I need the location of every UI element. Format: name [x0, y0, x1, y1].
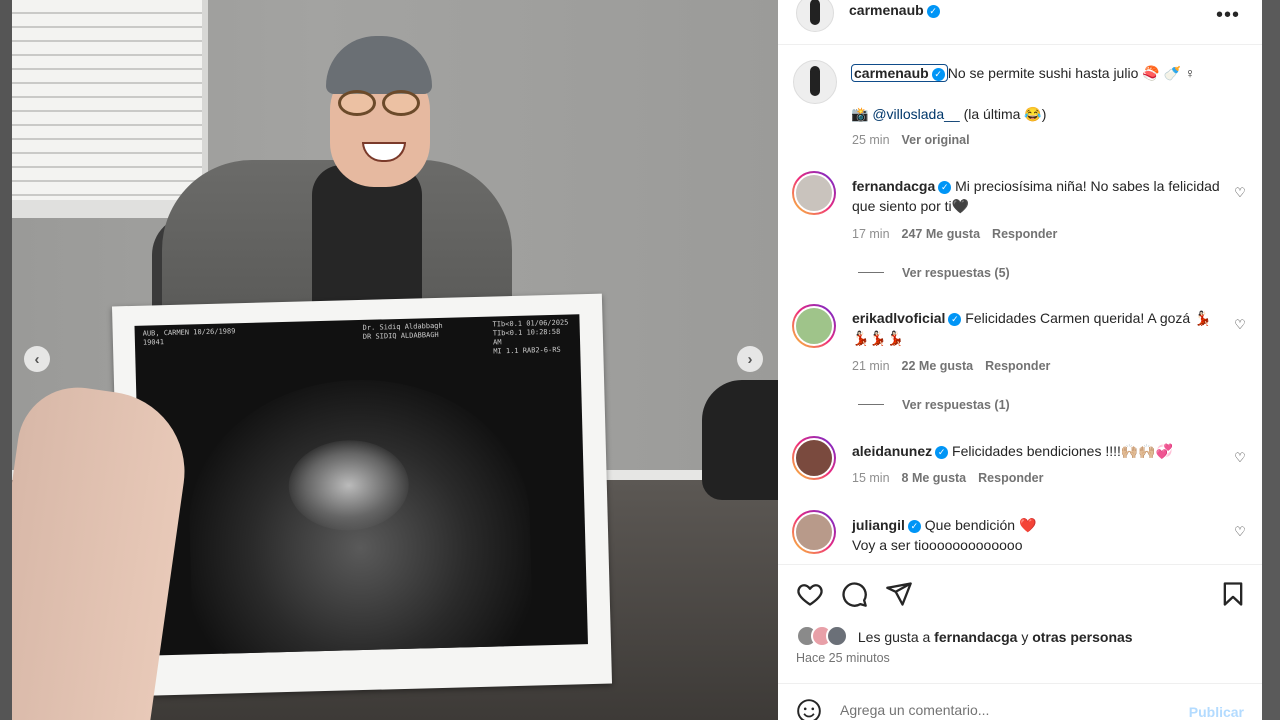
send-icon[interactable]: [885, 580, 913, 608]
view-replies-label[interactable]: Ver respuestas (1): [902, 398, 1010, 412]
comment-input[interactable]: [840, 702, 1160, 718]
ultrasound-doctor-caps: DR SIDIQ ALDABBAGH: [362, 330, 439, 341]
view-replies-button[interactable]: Ver respuestas (5): [858, 266, 1010, 280]
heart-icon[interactable]: [796, 580, 824, 608]
chevron-right-icon[interactable]: ›: [737, 346, 763, 372]
likes-prefix: Les gusta a: [857, 629, 931, 645]
caption-username-link[interactable]: carmenaub ✓: [851, 64, 948, 82]
comment-text: Que bendición ❤️: [924, 517, 1037, 533]
comment-time: 15 min: [852, 471, 890, 485]
comment-likes[interactable]: 247 Me gusta: [902, 227, 981, 241]
comment-avatar[interactable]: [792, 510, 836, 554]
comment-username[interactable]: aleidanunez: [852, 443, 932, 459]
page-gutter: [1262, 0, 1280, 720]
comment-username[interactable]: juliangil: [852, 517, 905, 533]
verified-icon: ✓: [935, 446, 949, 459]
view-replies-button[interactable]: Ver respuestas (1): [858, 398, 1010, 412]
comment-avatar[interactable]: [792, 171, 836, 215]
photo-person-glasses: [334, 90, 424, 116]
chevron-left-icon[interactable]: ‹: [24, 346, 50, 372]
likes-summary: Les gusta a fernandacga y otras personas: [796, 625, 1133, 647]
comment: aleidanunez ✓ Felicidades bendiciones !!!…: [852, 441, 1222, 461]
add-comment-bar: Publicar: [778, 683, 1262, 720]
caption-text: No se permite sushi hasta julio 🍣 🍼 ♀: [947, 65, 1196, 81]
liker-avatar: [826, 625, 848, 647]
ultrasound-time: TIb<0.1 10:28:58 AM: [492, 327, 561, 347]
caption-avatar[interactable]: [793, 60, 837, 104]
comment-likes[interactable]: 22 Me gusta: [902, 359, 974, 373]
reply-button[interactable]: Responder: [985, 359, 1050, 373]
verified-icon: ✓: [948, 313, 962, 326]
comment-heart-icon[interactable]: ♡: [1233, 525, 1247, 539]
comment-meta: 17 min 247 Me gusta Responder: [852, 227, 1057, 241]
comment-avatar[interactable]: [792, 436, 836, 480]
comment-username[interactable]: erikadlvoficial: [852, 310, 945, 326]
bookmark-icon[interactable]: [1219, 580, 1247, 608]
comment-avatar[interactable]: [792, 304, 836, 348]
verified-icon: ✓: [926, 5, 940, 18]
comment-icon[interactable]: [840, 580, 868, 608]
post-timestamp[interactable]: Hace 25 minutos: [796, 651, 890, 665]
comment-meta: 15 min 8 Me gusta Responder: [852, 471, 1043, 485]
likes-user-link[interactable]: fernandacga: [934, 629, 1017, 645]
comment-text: Felicidades bendiciones !!!!🙌🏼🙌🏼💞: [952, 443, 1174, 459]
ultrasound-print: AUB, CARMEN 10/26/1989 19041 Dr. Sidiq Al…: [111, 293, 613, 697]
verified-icon: ✓: [931, 68, 945, 81]
author-username[interactable]: carmenaub: [849, 2, 924, 18]
verified-icon: ✓: [907, 520, 921, 533]
likes-others-link[interactable]: otras personas: [1032, 629, 1132, 645]
comment-time: 17 min: [852, 227, 890, 241]
likes-connector: y: [1021, 629, 1029, 645]
post-header: carmenaub ✓ •••: [778, 0, 1262, 45]
comment-username[interactable]: fernandacga: [852, 178, 935, 194]
author-avatar[interactable]: [796, 0, 834, 32]
emoji-icon[interactable]: [796, 698, 822, 720]
see-original-button[interactable]: Ver original: [902, 133, 970, 147]
photo-window-blinds: [12, 0, 208, 215]
comment-meta: 21 min 22 Me gusta Responder: [852, 359, 1050, 373]
actions-divider: [778, 564, 1262, 565]
comment: fernandacga ✓ Mi preciosísima niña! No sa…: [852, 176, 1222, 216]
post-side-panel: carmenaub ✓ ••• carmenaub ✓ No se permite s…: [778, 0, 1262, 720]
caption-mention[interactable]: @villoslada__: [872, 106, 959, 122]
camera-emoji: 📸: [851, 106, 869, 122]
caption-line2-text: (la última 😂): [963, 106, 1047, 122]
photo-stool: [702, 380, 778, 500]
comment-time: 21 min: [852, 359, 890, 373]
comment: erikadlvoficial ✓ Felicidades Carmen quer…: [852, 308, 1222, 348]
comment-heart-icon[interactable]: ♡: [1233, 451, 1247, 465]
reply-button[interactable]: Responder: [992, 227, 1057, 241]
comment: juliangil ✓ Que bendición ❤️ Voy a ser tio…: [852, 515, 1222, 555]
comment-text-line2: Voy a ser tiooooooooooooo: [852, 537, 1023, 553]
ultrasound-probe: MI 1.1 RAB2-6-RS: [493, 345, 561, 356]
comment-heart-icon[interactable]: ♡: [1233, 318, 1247, 332]
view-replies-label[interactable]: Ver respuestas (5): [902, 266, 1010, 280]
publish-button[interactable]: Publicar: [1189, 704, 1244, 720]
ultrasound-header: AUB, CARMEN 10/26/1989 19041 Dr. Sidiq Al…: [143, 318, 573, 356]
caption-username[interactable]: carmenaub: [854, 65, 929, 81]
author-username-row[interactable]: carmenaub ✓: [849, 2, 940, 20]
verified-icon: ✓: [938, 181, 952, 194]
ultrasound-scan: AUB, CARMEN 10/26/1989 19041 Dr. Sidiq Al…: [134, 314, 588, 656]
ultrasound-id: 19041: [142, 338, 165, 347]
caption-line2: 📸 @villoslada__ (la última 😂): [851, 104, 1046, 124]
photo-person-shirt: [312, 165, 422, 315]
caption-time: 25 min: [852, 133, 890, 147]
caption-meta: 25 min Ver original: [852, 133, 970, 147]
comment-heart-icon[interactable]: ♡: [1233, 186, 1247, 200]
caption: carmenaub ✓ No se permite sushi hasta juli…: [851, 63, 1231, 83]
reply-button[interactable]: Responder: [978, 471, 1043, 485]
more-horizontal-icon[interactable]: •••: [1216, 4, 1240, 27]
post-image: AUB, CARMEN 10/26/1989 19041 Dr. Sidiq Al…: [12, 0, 778, 720]
comment-likes[interactable]: 8 Me gusta: [902, 471, 967, 485]
